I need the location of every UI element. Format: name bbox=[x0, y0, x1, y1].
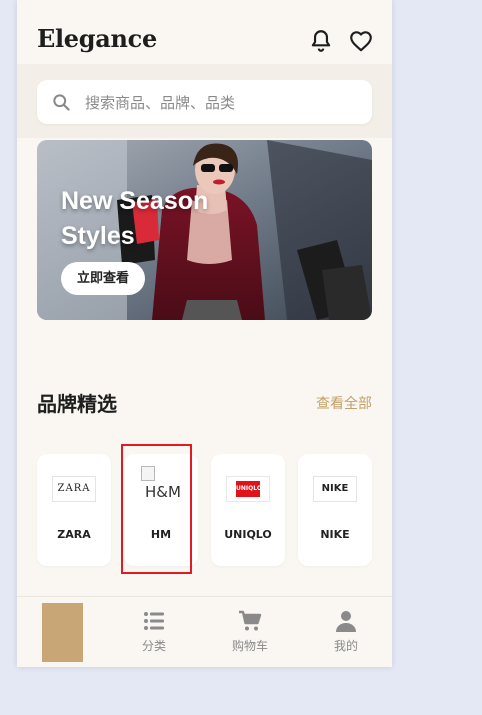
brand-name: ZARA bbox=[57, 528, 91, 541]
brand-card-uniqlo[interactable]: UNIQLO UNIQLO bbox=[211, 454, 285, 566]
see-all-link[interactable]: 查看全部 bbox=[316, 393, 372, 413]
list-icon bbox=[144, 612, 164, 630]
cart-icon bbox=[239, 610, 262, 631]
view-now-button[interactable]: 立即查看 bbox=[61, 262, 145, 295]
promo-banner[interactable]: New Season Styles 立即查看 bbox=[37, 140, 372, 320]
brand-name: UNIQLO bbox=[224, 528, 272, 541]
selection-highlight bbox=[121, 444, 192, 574]
uniqlo-logo: UNIQLO bbox=[226, 476, 270, 502]
header: Elegance bbox=[17, 0, 392, 64]
tab-category[interactable]: 分类 bbox=[114, 605, 194, 654]
app-logo: Elegance bbox=[37, 24, 157, 53]
search-icon bbox=[53, 94, 70, 111]
banner-title: New Season Styles bbox=[61, 187, 209, 250]
tab-profile[interactable]: 我的 bbox=[306, 605, 386, 654]
tab-label: 分类 bbox=[141, 639, 166, 653]
tab-label: 我的 bbox=[333, 639, 358, 653]
app-screen: Elegance 搜索商品、品牌、品类 New Season Styles 立即… bbox=[17, 0, 392, 667]
tab-label: 购物车 bbox=[231, 639, 268, 653]
tab-home[interactable] bbox=[42, 603, 83, 662]
brand-card-nike[interactable]: NIKE NIKE bbox=[298, 454, 372, 566]
uniqlo-logo-mark: UNIQLO bbox=[236, 481, 262, 497]
bell-icon[interactable] bbox=[308, 28, 334, 54]
brand-card-zara[interactable]: ZARA ZARA bbox=[37, 454, 111, 566]
bottom-tab-bar: 分类 购物车 我的 bbox=[17, 596, 392, 667]
brand-name: NIKE bbox=[320, 528, 350, 541]
nike-logo: NIKE bbox=[313, 476, 357, 502]
search-bar[interactable] bbox=[37, 80, 372, 126]
brands-section-title: 品牌精选 bbox=[37, 392, 117, 416]
tab-cart[interactable]: 购物车 bbox=[210, 605, 290, 654]
search-input[interactable] bbox=[83, 80, 367, 126]
zara-logo: ZARA bbox=[52, 476, 96, 502]
heart-icon[interactable] bbox=[348, 28, 374, 54]
user-icon bbox=[336, 611, 356, 632]
